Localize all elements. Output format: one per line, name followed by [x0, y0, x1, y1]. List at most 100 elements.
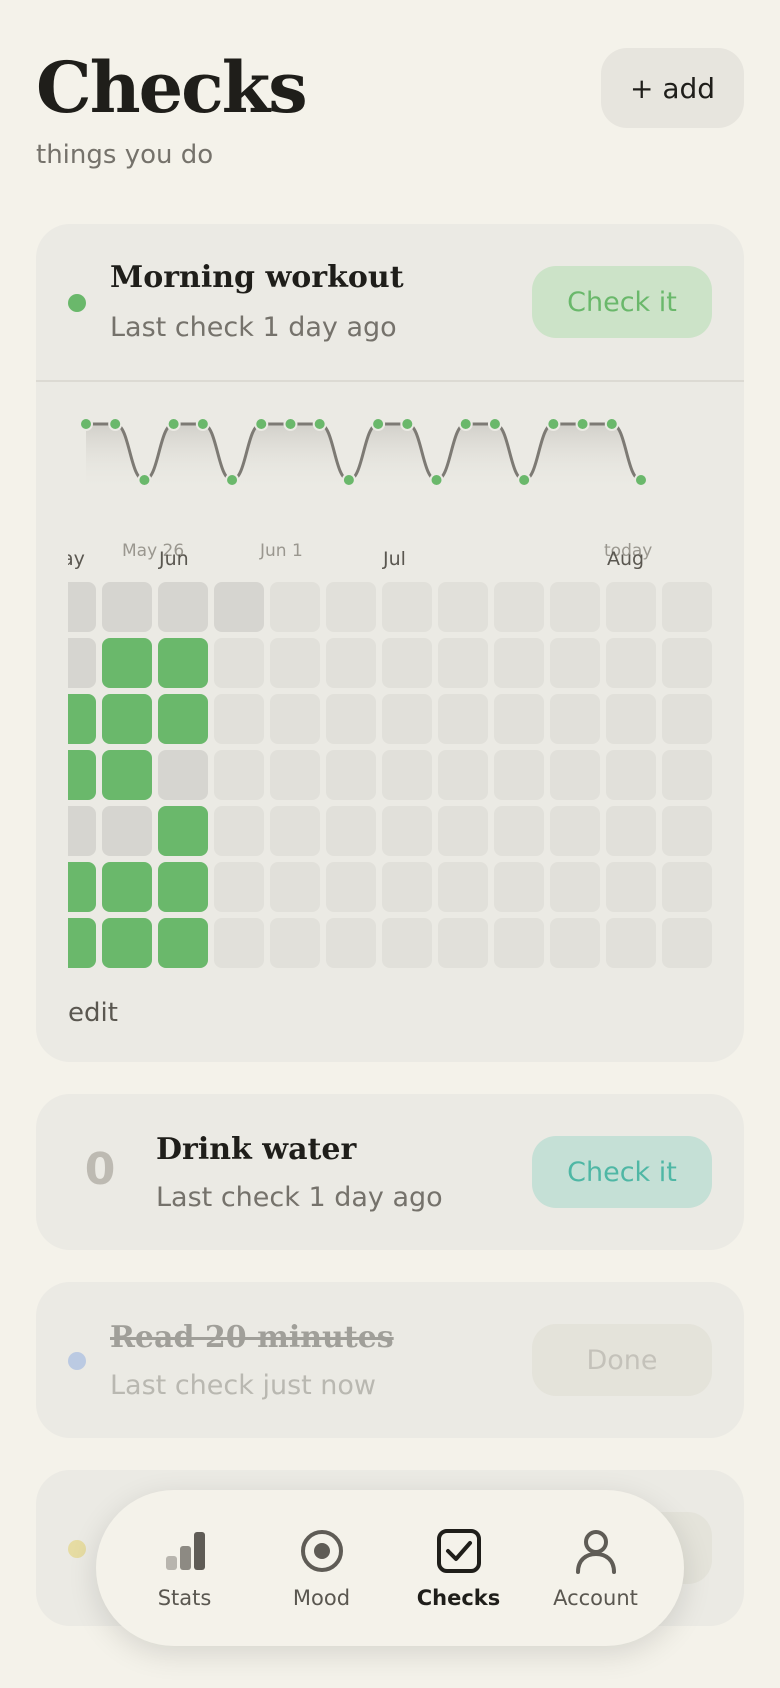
heatmap-cell[interactable]	[438, 918, 488, 968]
heatmap-cell[interactable]	[662, 806, 712, 856]
heatmap-cell[interactable]	[438, 694, 488, 744]
nav-item-mood[interactable]: Mood	[262, 1526, 382, 1610]
heatmap-cell[interactable]	[158, 750, 208, 800]
heatmap-cell[interactable]	[270, 638, 320, 688]
heatmap-cell[interactable]	[68, 806, 96, 856]
edit-habit-link[interactable]: edit	[68, 998, 118, 1028]
heatmap-cell[interactable]	[382, 638, 432, 688]
add-habit-button[interactable]: + add	[601, 48, 744, 128]
heatmap-cell[interactable]	[606, 806, 656, 856]
heatmap-cell[interactable]	[494, 750, 544, 800]
habit-name: Morning workout	[110, 260, 404, 295]
nav-item-checks[interactable]: Checks	[399, 1526, 519, 1610]
habit-color-dot	[68, 1352, 86, 1370]
heatmap-cell[interactable]	[102, 750, 152, 800]
month-label: ay	[68, 548, 85, 570]
heatmap-cell[interactable]	[550, 582, 600, 632]
heatmap-cell[interactable]	[382, 582, 432, 632]
heatmap-cell[interactable]	[382, 862, 432, 912]
heatmap-cell[interactable]	[214, 918, 264, 968]
heatmap-cell[interactable]	[494, 638, 544, 688]
heatmap-cell[interactable]	[606, 638, 656, 688]
heatmap-cell[interactable]	[382, 694, 432, 744]
bottom-navigation: Stats Mood Checks Account	[96, 1490, 684, 1646]
heatmap-cell[interactable]	[662, 694, 712, 744]
heatmap-cell[interactable]	[158, 806, 208, 856]
heatmap-cell[interactable]	[214, 806, 264, 856]
heatmap-cell[interactable]	[214, 582, 264, 632]
heatmap-cell[interactable]	[606, 862, 656, 912]
heatmap-cell[interactable]	[102, 638, 152, 688]
heatmap-cell[interactable]	[438, 862, 488, 912]
heatmap-cell[interactable]	[158, 862, 208, 912]
heatmap-cell[interactable]	[662, 750, 712, 800]
heatmap-cell[interactable]	[270, 750, 320, 800]
nav-item-account[interactable]: Account	[536, 1526, 656, 1610]
heatmap-cell[interactable]	[270, 806, 320, 856]
nav-item-stats[interactable]: Stats	[125, 1526, 245, 1610]
heatmap-cell[interactable]	[382, 918, 432, 968]
heatmap-cell[interactable]	[102, 582, 152, 632]
heatmap-cell[interactable]	[438, 582, 488, 632]
done-button[interactable]: Done	[532, 1324, 712, 1396]
heatmap-cell[interactable]	[662, 582, 712, 632]
heatmap-cell[interactable]	[68, 918, 96, 968]
heatmap-cell[interactable]	[438, 806, 488, 856]
heatmap-cell[interactable]	[326, 582, 376, 632]
heatmap-cell[interactable]	[68, 862, 96, 912]
heatmap-cell[interactable]	[102, 862, 152, 912]
heatmap-cell[interactable]	[662, 638, 712, 688]
heatmap-cell[interactable]	[270, 582, 320, 632]
heatmap-cell[interactable]	[550, 638, 600, 688]
check-it-button[interactable]: Check it	[532, 266, 712, 338]
heatmap-cell[interactable]	[102, 806, 152, 856]
heatmap-cell[interactable]	[606, 918, 656, 968]
heatmap-cell[interactable]	[214, 638, 264, 688]
heatmap-cell[interactable]	[68, 694, 96, 744]
heatmap-cell[interactable]	[158, 694, 208, 744]
month-label: Jul	[383, 548, 406, 570]
heatmap-cell[interactable]	[662, 862, 712, 912]
heatmap-cell[interactable]	[158, 582, 208, 632]
heatmap-cell[interactable]	[68, 582, 96, 632]
heatmap-cell[interactable]	[494, 694, 544, 744]
heatmap-cell[interactable]	[382, 750, 432, 800]
heatmap-cell[interactable]	[606, 694, 656, 744]
heatmap-cell[interactable]	[662, 918, 712, 968]
habit-name: Read 20 minutes	[110, 1320, 394, 1355]
check-it-button[interactable]: Check it	[532, 1136, 712, 1208]
heatmap-cell[interactable]	[494, 918, 544, 968]
heatmap-cell[interactable]	[550, 862, 600, 912]
heatmap-cell[interactable]	[214, 694, 264, 744]
heatmap-cell[interactable]	[158, 918, 208, 968]
heatmap-cell[interactable]	[606, 750, 656, 800]
heatmap-cell[interactable]	[550, 694, 600, 744]
heatmap-cell[interactable]	[68, 750, 96, 800]
heatmap-cell[interactable]	[270, 694, 320, 744]
heatmap-cell[interactable]	[326, 806, 376, 856]
heatmap-cell[interactable]	[326, 750, 376, 800]
heatmap-cell[interactable]	[102, 918, 152, 968]
heatmap-cell[interactable]	[438, 638, 488, 688]
heatmap-cell[interactable]	[494, 582, 544, 632]
heatmap-cell[interactable]	[214, 862, 264, 912]
heatmap-cell[interactable]	[214, 750, 264, 800]
heatmap-cell[interactable]	[68, 638, 96, 688]
heatmap-cell[interactable]	[270, 862, 320, 912]
sparkline-point	[400, 417, 415, 431]
heatmap-cell[interactable]	[494, 806, 544, 856]
heatmap-cell[interactable]	[326, 862, 376, 912]
heatmap-cell[interactable]	[158, 638, 208, 688]
heatmap-cell[interactable]	[494, 862, 544, 912]
heatmap-cell[interactable]	[326, 918, 376, 968]
heatmap-cell[interactable]	[606, 582, 656, 632]
heatmap-cell[interactable]	[270, 918, 320, 968]
heatmap-cell[interactable]	[326, 694, 376, 744]
heatmap-cell[interactable]	[102, 694, 152, 744]
heatmap-cell[interactable]	[326, 638, 376, 688]
heatmap-cell[interactable]	[382, 806, 432, 856]
heatmap-cell[interactable]	[550, 750, 600, 800]
heatmap-cell[interactable]	[550, 918, 600, 968]
heatmap-cell[interactable]	[438, 750, 488, 800]
heatmap-cell[interactable]	[550, 806, 600, 856]
